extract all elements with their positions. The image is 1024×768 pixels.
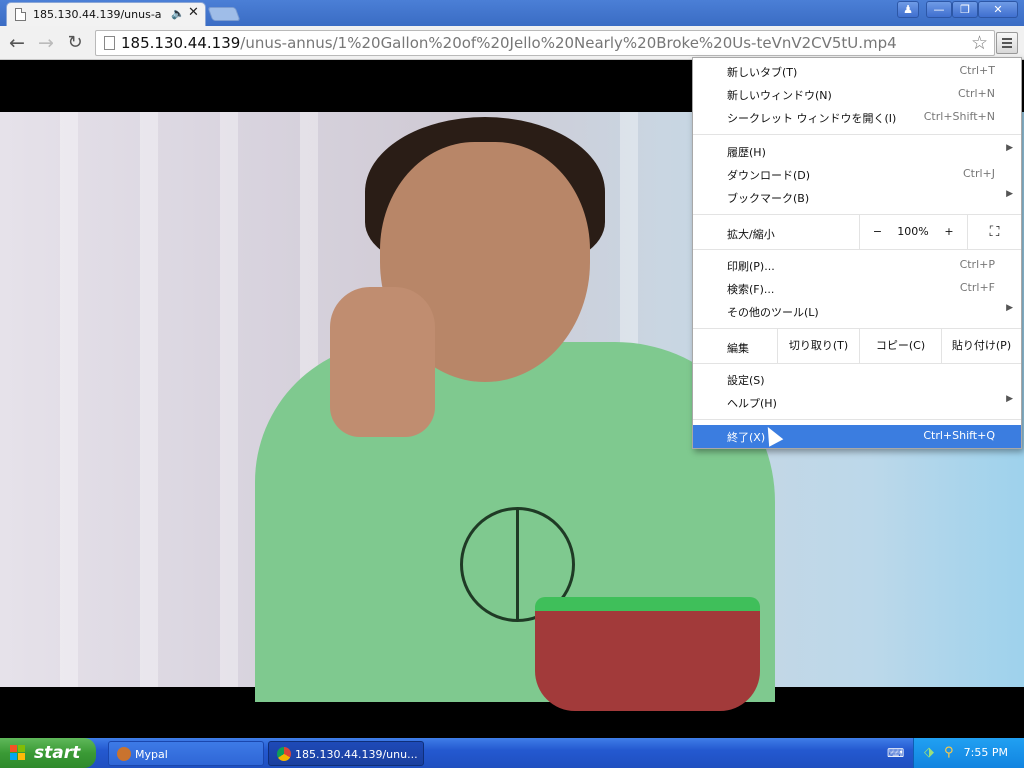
menu-label: シークレット ウィンドウを開く(I) bbox=[727, 112, 897, 125]
edit-label: 編集 bbox=[727, 342, 749, 355]
menu-row-edit: 編集 切り取り(T) コピー(C) 貼り付け(P) bbox=[693, 329, 1021, 363]
hamburger-menu-icon[interactable] bbox=[996, 32, 1018, 54]
menu-shortcut: Ctrl+F bbox=[959, 281, 995, 294]
address-bar[interactable]: 185.130.44.139/unus-annus/1%20Gallon%20o… bbox=[95, 30, 995, 56]
taskbar-item-label: 185.130.44.139/unu... bbox=[295, 748, 418, 761]
jello-bowl bbox=[535, 597, 760, 711]
menu-item-new-tab[interactable]: 新しいタブ(T) Ctrl+T bbox=[693, 60, 1021, 83]
search-icon[interactable]: ⚲ bbox=[944, 746, 958, 760]
submenu-arrow-icon: ▶ bbox=[1006, 189, 1013, 199]
url-text[interactable]: 185.130.44.139/unus-annus/1%20Gallon%20o… bbox=[121, 34, 897, 52]
menu-label: ブックマーク(B) bbox=[727, 192, 810, 205]
menu-separator bbox=[693, 363, 1021, 364]
windows-logo-icon bbox=[10, 745, 26, 761]
person-hand bbox=[330, 287, 435, 437]
network-icon[interactable]: ⬗ bbox=[924, 746, 938, 760]
page-icon bbox=[104, 36, 115, 50]
menu-label: 履歴(H) bbox=[727, 146, 766, 159]
menu-separator bbox=[693, 419, 1021, 420]
menu-label: 終了(X) bbox=[727, 431, 766, 444]
taskbar-item-browser[interactable]: 185.130.44.139/unu... bbox=[268, 741, 424, 766]
menu-label: 新しいウィンドウ(N) bbox=[727, 89, 832, 102]
menu-label: 印刷(P)... bbox=[727, 260, 775, 273]
taskbar-item-label: Mypal bbox=[135, 748, 168, 761]
menu-item-history[interactable]: 履歴(H) ▶ bbox=[693, 140, 1021, 163]
submenu-arrow-icon: ▶ bbox=[1006, 143, 1013, 153]
url-path: /unus-annus/1%20Gallon%20of%20Jello%20Ne… bbox=[240, 34, 897, 52]
menu-item-exit[interactable]: 終了(X) Ctrl+Shift+Q bbox=[693, 425, 1021, 448]
menu-item-print[interactable]: 印刷(P)... Ctrl+P bbox=[693, 254, 1021, 277]
mypal-icon bbox=[117, 747, 131, 761]
browser-toolbar: ← → ↻ 185.130.44.139/unus-annus/1%20Gall… bbox=[0, 26, 1024, 60]
zoom-out-button[interactable]: − bbox=[859, 215, 895, 249]
title-bar: 185.130.44.139/unus-an 🔈 ✕ ♟ — ❐ ✕ bbox=[0, 0, 1024, 26]
taskbar: start Mypal 185.130.44.139/unu... ⌨ ⬗ ⚲ … bbox=[0, 738, 1024, 768]
menu-label: ダウンロード(D) bbox=[727, 169, 811, 182]
taskbar-item-mypal[interactable]: Mypal bbox=[108, 741, 264, 766]
menu-separator bbox=[693, 249, 1021, 250]
fullscreen-icon[interactable]: ⛶ bbox=[967, 215, 1021, 249]
menu-item-incognito[interactable]: シークレット ウィンドウを開く(I) Ctrl+Shift+N bbox=[693, 106, 1021, 129]
menu-shortcut: Ctrl+P bbox=[959, 258, 995, 271]
zoom-label: 拡大/縮小 bbox=[727, 228, 775, 241]
start-label: start bbox=[34, 743, 81, 763]
menu-item-bookmarks[interactable]: ブックマーク(B) ▶ bbox=[693, 186, 1021, 209]
browser-tab[interactable]: 185.130.44.139/unus-an 🔈 ✕ bbox=[6, 2, 206, 26]
menu-shortcut: Ctrl+N bbox=[957, 87, 995, 100]
submenu-arrow-icon: ▶ bbox=[1006, 394, 1013, 404]
page-favicon-icon bbox=[15, 8, 26, 21]
copy-button[interactable]: コピー(C) bbox=[859, 329, 941, 363]
menu-label: 新しいタブ(T) bbox=[727, 66, 798, 79]
menu-shortcut: Ctrl+J bbox=[962, 167, 995, 180]
submenu-arrow-icon: ▶ bbox=[1006, 303, 1013, 313]
url-host: 185.130.44.139 bbox=[121, 34, 241, 52]
reload-icon[interactable]: ↻ bbox=[64, 32, 86, 54]
cut-button[interactable]: 切り取り(T) bbox=[777, 329, 859, 363]
clock: 7:55 PM bbox=[963, 746, 1008, 759]
zoom-level: 100% bbox=[897, 225, 929, 238]
menu-item-new-window[interactable]: 新しいウィンドウ(N) Ctrl+N bbox=[693, 83, 1021, 106]
window-close-button[interactable]: ✕ bbox=[978, 1, 1018, 18]
menu-label: 設定(S) bbox=[727, 374, 765, 387]
start-button[interactable]: start bbox=[0, 738, 96, 768]
menu-item-more-tools[interactable]: その他のツール(L) ▶ bbox=[693, 300, 1021, 323]
menu-item-find[interactable]: 検索(F)... Ctrl+F bbox=[693, 277, 1021, 300]
new-tab-button[interactable] bbox=[207, 7, 241, 21]
menu-label: その他のツール(L) bbox=[727, 306, 819, 319]
keyboard-icon[interactable]: ⌨ bbox=[887, 746, 904, 760]
menu-shortcut: Ctrl+Shift+Q bbox=[923, 429, 995, 442]
menu-separator bbox=[693, 134, 1021, 135]
browser-main-menu: 新しいタブ(T) Ctrl+T 新しいウィンドウ(N) Ctrl+N シークレッ… bbox=[692, 57, 1022, 449]
minimize-button[interactable]: — bbox=[926, 1, 952, 18]
menu-label: 検索(F)... bbox=[727, 283, 775, 296]
star-icon[interactable]: ☆ bbox=[971, 32, 988, 54]
paste-button[interactable]: 貼り付け(P) bbox=[941, 329, 1021, 363]
tab-title: 185.130.44.139/unus-an bbox=[33, 8, 161, 21]
user-icon[interactable]: ♟ bbox=[897, 1, 919, 18]
back-arrow-icon[interactable]: ← bbox=[6, 32, 28, 54]
chrome-icon bbox=[277, 747, 291, 761]
restore-button[interactable]: ❐ bbox=[952, 1, 978, 18]
menu-label: ヘルプ(H) bbox=[727, 397, 777, 410]
menu-shortcut: Ctrl+Shift+N bbox=[923, 110, 995, 123]
system-tray: ⬗ ⚲ 7:55 PM bbox=[913, 738, 1024, 768]
menu-item-settings[interactable]: 設定(S) bbox=[693, 368, 1021, 391]
menu-item-downloads[interactable]: ダウンロード(D) Ctrl+J bbox=[693, 163, 1021, 186]
speaker-icon[interactable]: 🔈 bbox=[171, 7, 185, 20]
menu-row-zoom: 拡大/縮小 − 100% + ⛶ bbox=[693, 215, 1021, 249]
forward-arrow-icon[interactable]: → bbox=[35, 32, 57, 54]
menu-shortcut: Ctrl+T bbox=[959, 64, 995, 77]
tab-close-icon[interactable]: ✕ bbox=[188, 5, 199, 20]
zoom-in-button[interactable]: + bbox=[931, 215, 967, 249]
menu-item-help[interactable]: ヘルプ(H) ▶ bbox=[693, 391, 1021, 414]
